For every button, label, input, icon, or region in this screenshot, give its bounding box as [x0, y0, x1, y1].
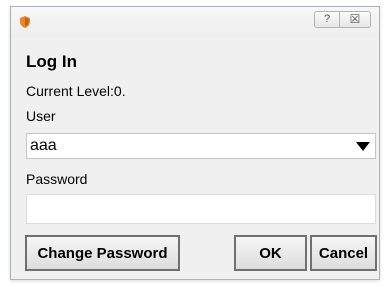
dropdown-arrow-icon[interactable] — [351, 134, 375, 158]
close-button[interactable]: ☒ — [339, 11, 371, 28]
cancel-button[interactable]: Cancel — [310, 235, 377, 271]
password-field[interactable] — [26, 194, 376, 224]
page-title: Log In — [26, 52, 77, 71]
change-password-button[interactable]: Change Password — [25, 235, 180, 271]
help-button[interactable]: ? — [314, 11, 340, 28]
user-selected-value: aaa — [30, 137, 57, 154]
password-label: Password — [26, 171, 88, 187]
login-dialog: ? ☒ Log In Current Level:0. User aaa Pas… — [10, 6, 380, 280]
user-dropdown[interactable]: aaa — [26, 133, 376, 159]
title-bar[interactable]: ? ☒ — [11, 7, 379, 37]
ok-button[interactable]: OK — [234, 235, 307, 271]
user-label: User — [26, 108, 56, 124]
current-level-text: Current Level:0. — [26, 83, 126, 99]
shield-icon — [20, 16, 30, 28]
